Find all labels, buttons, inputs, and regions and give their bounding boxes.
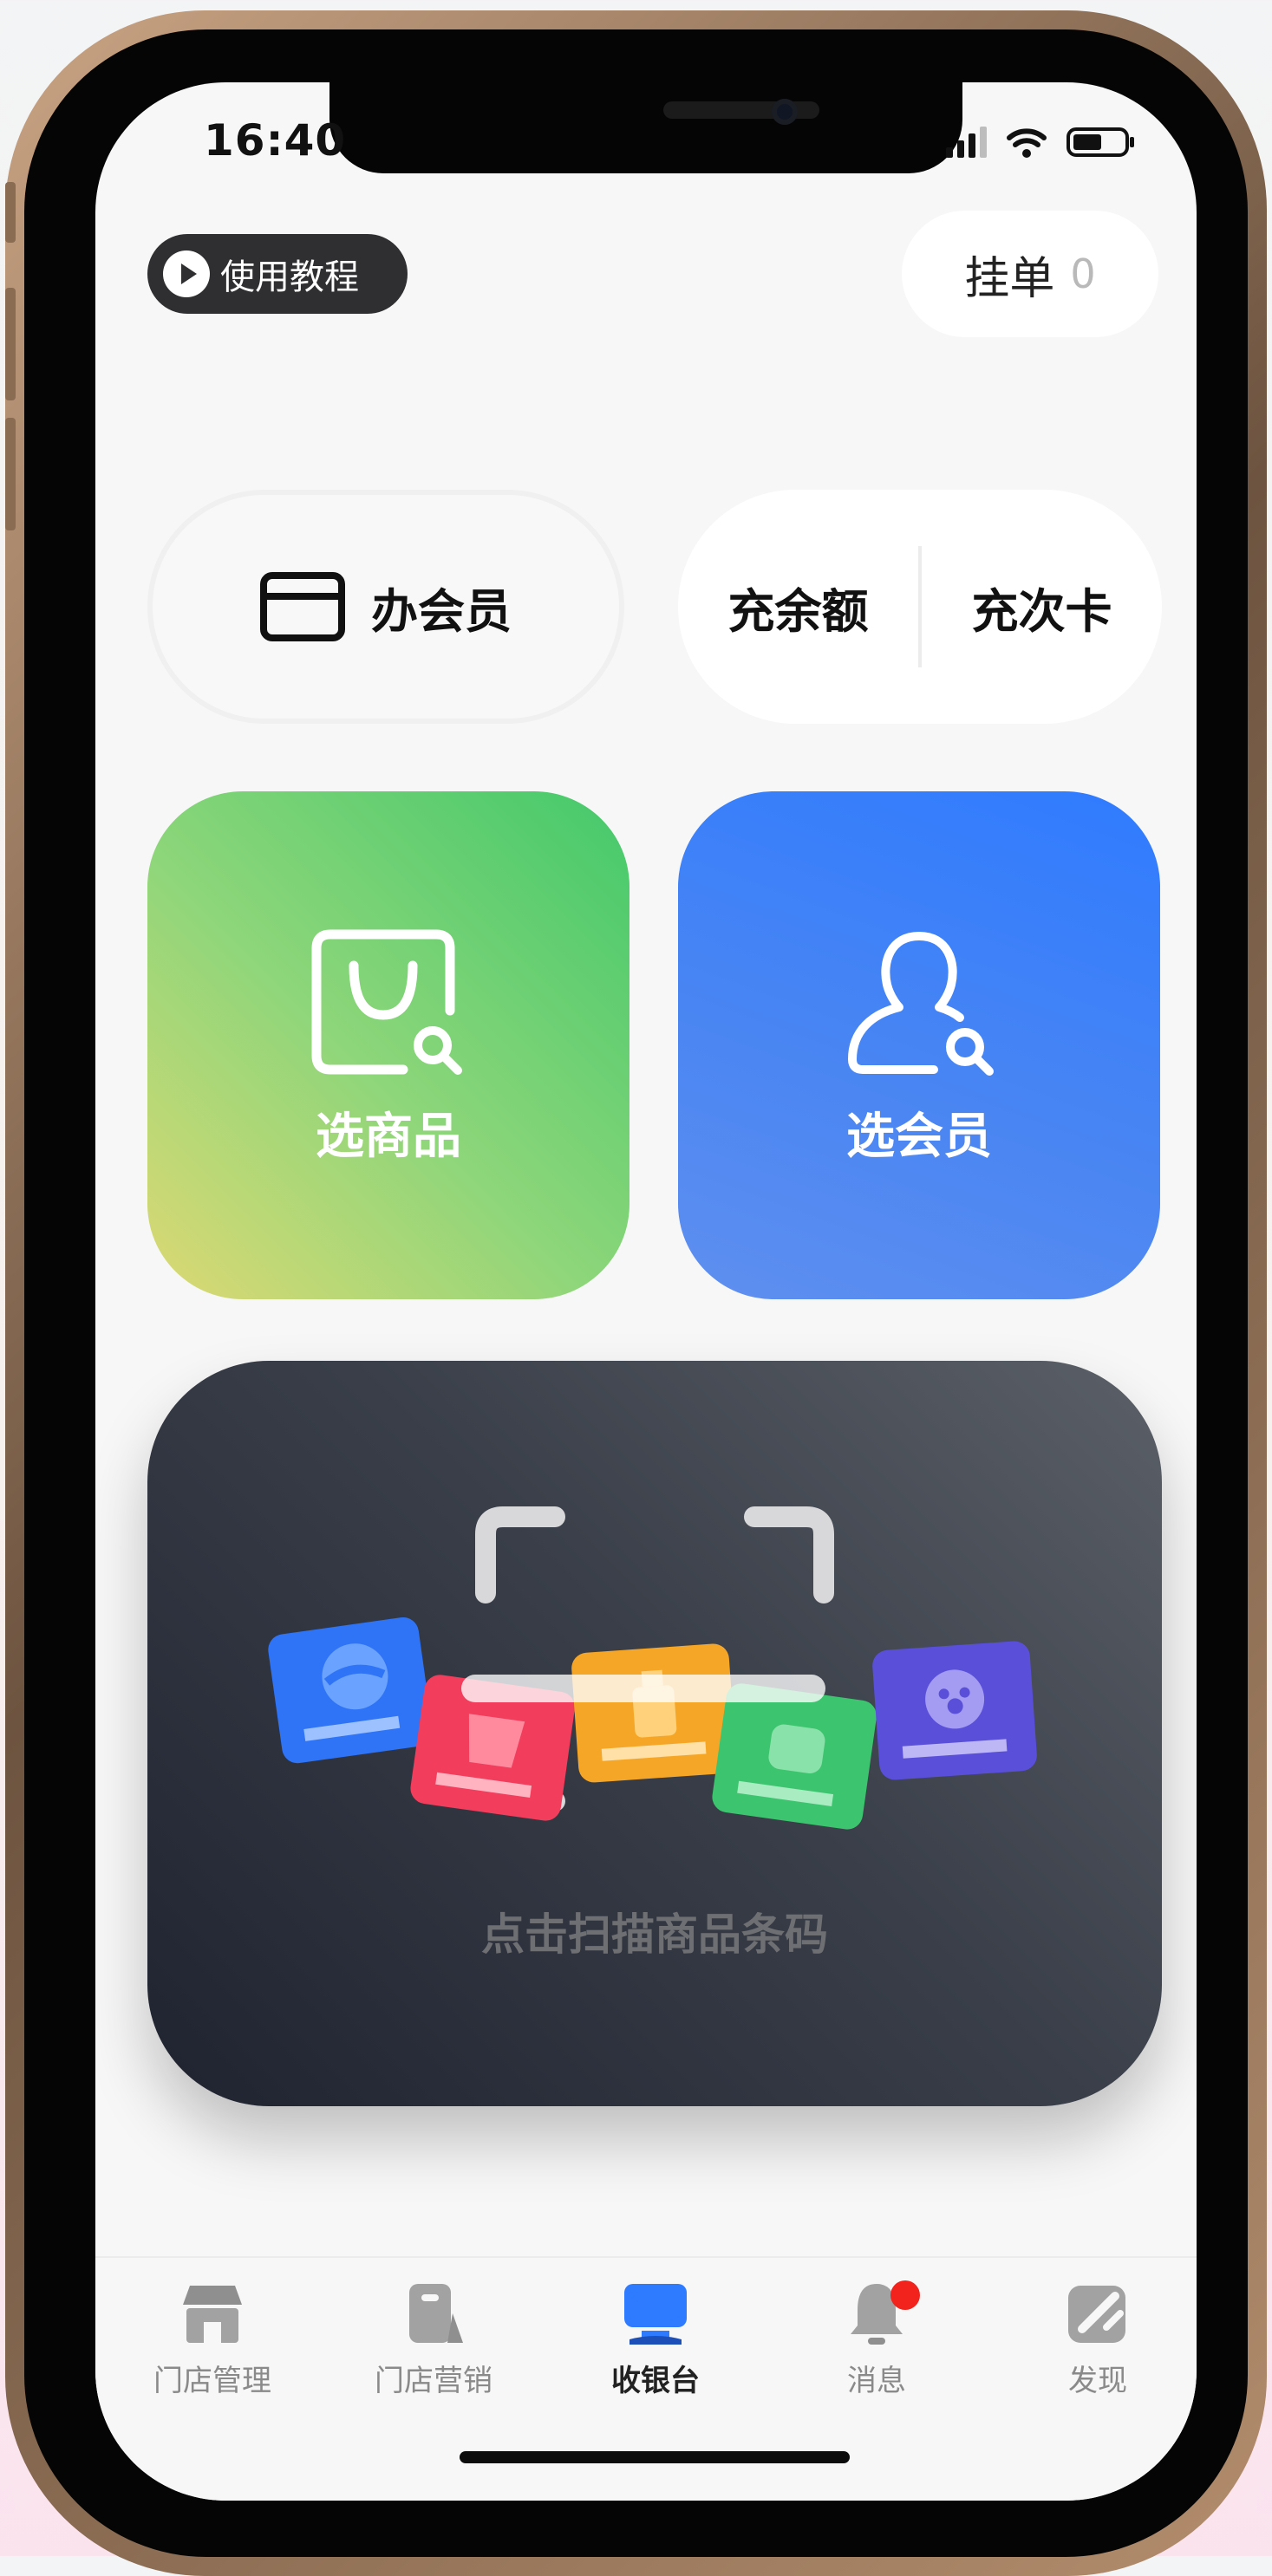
select-goods-label: 选商品	[316, 1108, 461, 1165]
marketing-icon	[409, 2284, 463, 2343]
recharge-card-button[interactable]: 充次卡	[922, 573, 1162, 641]
select-member-label: 选会员	[846, 1108, 992, 1165]
pending-orders-button[interactable]: 挂单 0	[902, 211, 1158, 337]
tab-label: 门店管理	[153, 2364, 271, 2398]
select-member-tile[interactable]: 选会员	[678, 791, 1160, 1299]
card-icon	[260, 572, 345, 641]
battery-icon	[1067, 127, 1134, 157]
tutorial-label: 使用教程	[220, 257, 359, 297]
recharge-balance-button[interactable]: 充余额	[678, 573, 918, 641]
scan-barcode-panel[interactable]: 点击扫描商品条码	[147, 1361, 1162, 2106]
tab-store-management[interactable]: 门店管理	[126, 2279, 299, 2399]
recharge-card-label: 充次卡	[971, 583, 1112, 639]
pending-count: 0	[1070, 250, 1096, 297]
mute-switch	[5, 182, 16, 243]
tab-label: 门店营销	[375, 2364, 492, 2398]
tutorial-button[interactable]: 使用教程	[147, 234, 408, 314]
status-icons	[946, 126, 1136, 159]
tab-discover[interactable]: 发现	[1011, 2279, 1184, 2399]
tab-label: 发现	[1068, 2364, 1127, 2398]
register-member-label: 办会员	[371, 583, 512, 639]
tab-label: 消息	[847, 2364, 906, 2398]
status-time: 16:40	[204, 115, 347, 166]
register-member-button[interactable]: 办会员	[147, 490, 624, 724]
tab-label: 收银台	[611, 2364, 700, 2398]
user-search-icon	[848, 931, 994, 1076]
tab-cashier[interactable]: 收银台	[569, 2279, 742, 2399]
shopping-bag-search-icon	[311, 929, 462, 1075]
notch	[329, 82, 962, 173]
recharge-group: 充余额 充次卡	[678, 490, 1162, 724]
discover-icon	[1068, 2286, 1125, 2343]
volume-down-button	[5, 418, 16, 530]
tab-store-marketing[interactable]: 门店营销	[347, 2279, 520, 2399]
select-goods-tile[interactable]: 选商品	[147, 791, 629, 1299]
home-indicator	[460, 2451, 850, 2463]
tab-bar: 门店管理 门店营销 收银台 消息 发现	[95, 2256, 1197, 2501]
recharge-balance-label: 充余额	[727, 583, 869, 639]
pending-label: 挂单	[964, 252, 1055, 305]
volume-up-button	[5, 288, 16, 400]
front-camera	[772, 99, 798, 125]
tab-messages[interactable]: 消息	[790, 2279, 963, 2399]
play-icon	[163, 250, 210, 297]
store-icon	[183, 2286, 242, 2343]
notification-badge	[890, 2280, 920, 2310]
scan-hint: 点击扫描商品条码	[481, 1909, 828, 1960]
cashier-icon	[624, 2284, 687, 2345]
app-screen: 16:40 使用教程 挂单 0 办会员 充余额 充次卡 选商品 选会员 点击扫描…	[95, 82, 1197, 2501]
scan-illustration	[268, 1506, 1037, 1830]
wifi-icon	[1007, 128, 1047, 158]
signal-icon	[946, 127, 987, 158]
